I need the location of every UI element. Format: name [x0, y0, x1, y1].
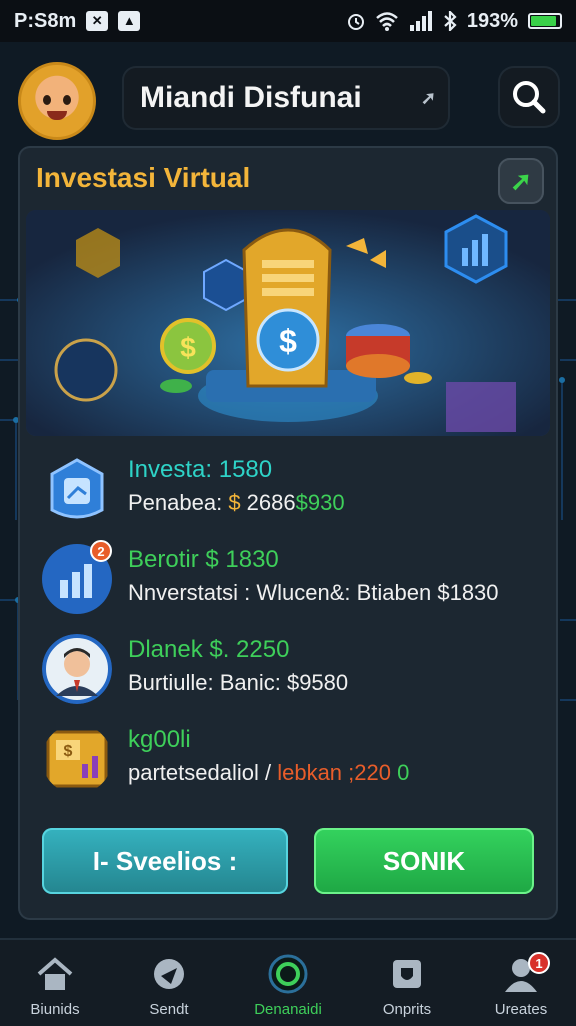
treasure-illustration: $ $: [26, 210, 550, 436]
chart-icon: 2: [42, 540, 112, 614]
nav-item-shield[interactable]: Onprits: [352, 946, 462, 1024]
list-item[interactable]: Investa: 1580 Penabea: $ 2686$930: [20, 444, 556, 534]
page-title: Miandi Disfunai ➚: [122, 66, 450, 130]
nav-item-home[interactable]: Biunids: [0, 946, 110, 1024]
notification-icon: ✕: [86, 11, 109, 31]
nav-item-profile[interactable]: 1 Ureates: [466, 946, 576, 1024]
list-item[interactable]: 2 Berotir $ 1830 Nnverstatsi : Wlucen&: …: [20, 534, 556, 624]
expand-arrow-icon: ➚: [510, 165, 532, 196]
search-icon: [513, 81, 546, 114]
send-icon: [154, 959, 184, 989]
card-title: Investasi Virtual: [36, 162, 251, 193]
signal-icon: [409, 11, 432, 31]
investment-list: Investa: 1580 Penabea: $ 2686$930 2 Bero…: [20, 444, 556, 804]
nav-item-send[interactable]: Sendt: [114, 946, 224, 1024]
nav-badge: 1: [528, 952, 550, 974]
row-detail-label: Penabea:: [128, 490, 229, 515]
avatar[interactable]: [18, 62, 96, 140]
row-detail-dollar: $: [228, 490, 241, 515]
businessman-avatar-icon: [42, 634, 112, 704]
bottom-nav: Biunids Sendt Denanaidi Onprits 1 Ureate…: [0, 938, 576, 1026]
battery-icon: [528, 13, 562, 29]
nav-label-center: Denanaidi: [254, 1001, 322, 1018]
money-growth-icon: $: [46, 730, 108, 788]
row-detail: Burtiulle: Banic: $9580: [128, 670, 349, 695]
battery-percent: 193%: [466, 9, 518, 32]
row-title: Investa: 1580: [128, 456, 273, 483]
nav-item-center[interactable]: Denanaidi: [233, 946, 343, 1024]
search-button[interactable]: [498, 66, 560, 128]
center-circle-icon: [268, 954, 308, 994]
row-title: kg00li: [128, 726, 191, 753]
row-detail-green: $930: [295, 490, 345, 515]
bluetooth-icon: [444, 11, 457, 31]
row-detail: Penabea: $ 2686$930: [128, 490, 345, 516]
app-header: Miandi Disfunai ➚: [0, 42, 576, 140]
alarm-icon: [347, 14, 364, 30]
nav-label-profile: Ureates: [494, 1001, 548, 1018]
row-detail-label: partetsedaliol /: [128, 760, 272, 785]
shield-icon: [393, 960, 421, 988]
row-detail-red: lebkan ;220: [271, 760, 391, 785]
notification-badge: 2: [90, 540, 112, 562]
status-bar: P:S8m ✕ ▲ 193%: [0, 0, 576, 42]
nav-label-home: Biunids: [30, 1001, 80, 1018]
investment-card: Investasi Virtual ➚ $ $ Investa: 1580 Pe…: [20, 148, 556, 918]
svg-text:$: $: [64, 743, 73, 760]
services-button[interactable]: I- Sveelios :: [42, 828, 288, 894]
list-item[interactable]: $ kg00li partetsedaliol / lebkan ;220 0: [20, 714, 556, 804]
piggy-bank-icon: [50, 458, 104, 519]
svg-text:$: $: [180, 332, 196, 363]
page-title-text: Miandi Disfunai: [140, 81, 362, 114]
svg-text:$: $: [279, 323, 297, 359]
nav-label-shield: Onprits: [382, 1001, 432, 1018]
expand-button[interactable]: ➚: [498, 158, 544, 204]
nav-label-send: Sendt: [149, 1001, 189, 1018]
status-time: P:S8m: [14, 9, 77, 32]
wifi-icon: [376, 12, 398, 31]
image-icon: ▲: [118, 11, 141, 31]
sonik-button[interactable]: SONIK: [314, 828, 534, 894]
row-detail: Nnverstatsi : Wlucen&: Btiaben $1830: [128, 580, 499, 605]
row-detail-value: 2686: [240, 490, 296, 515]
arrow-up-right-icon: ➚: [420, 88, 436, 108]
row-title: Berotir $ 1830: [128, 546, 279, 573]
hero-illustration: $ $: [26, 210, 550, 436]
row-detail: partetsedaliol / lebkan ;220 0: [128, 760, 409, 786]
home-icon: [37, 957, 73, 990]
row-title: Dlanek $. 2250: [128, 636, 290, 663]
list-item[interactable]: Dlanek $. 2250 Burtiulle: Banic: $9580: [20, 624, 556, 714]
row-detail-green: 0: [390, 760, 410, 785]
